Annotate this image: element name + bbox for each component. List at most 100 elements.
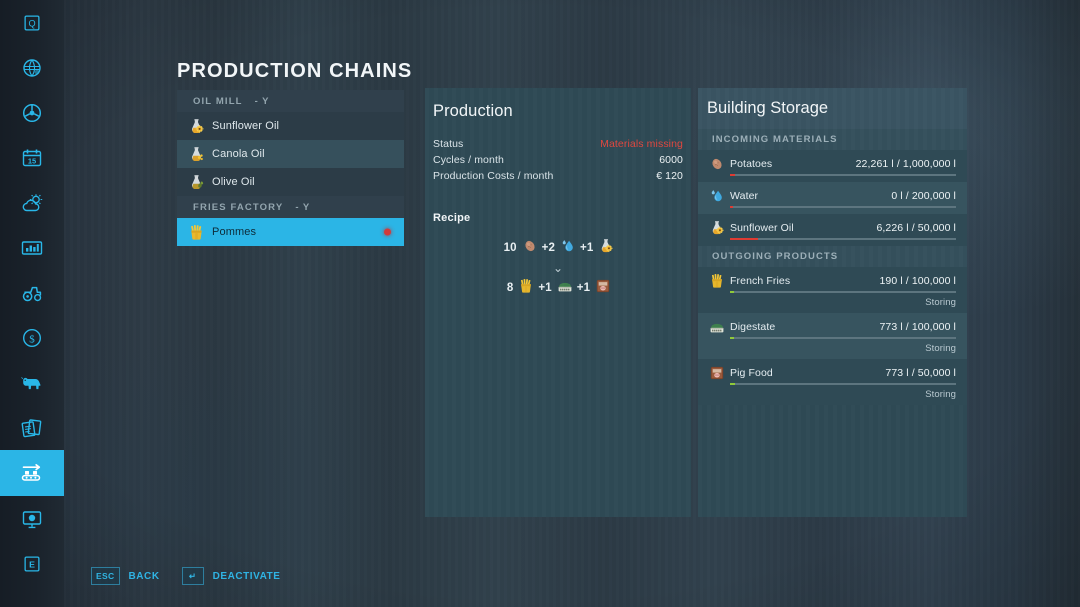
building-storage-panel: Building Storage INCOMING MATERIALS Potat… (698, 88, 967, 517)
production-info-value: € 120 (656, 170, 683, 182)
storage-item-name: Water (730, 189, 759, 202)
chain-item-label: Sunflower Oil (212, 120, 280, 132)
sidebar-item-help-q[interactable]: Q (0, 0, 64, 45)
status-dot (384, 228, 391, 236)
storage-item-amount: 0 l / 200,000 l (891, 189, 956, 202)
recipe-amount: +1 (580, 241, 594, 254)
pig-food-icon (595, 278, 611, 297)
sidebar-item-statistics[interactable] (0, 225, 64, 270)
sidebar-item-production-chains[interactable] (0, 450, 64, 496)
help-label: BACK (128, 570, 160, 582)
storage-item: Pig Food 773 l / 50,000 l Storing (698, 359, 967, 405)
production-info-row: Production Costs / month € 120 (433, 168, 683, 184)
storage-item-status: Storing (925, 297, 956, 308)
steering-wheel-icon (20, 101, 44, 125)
production-info-label: Status (433, 138, 464, 150)
chain-group-name: OIL MILL (193, 95, 243, 107)
help-action[interactable]: ↵ DEACTIVATE (181, 567, 281, 585)
help-keycap: ESC (91, 567, 120, 585)
chain-item-label: Pommes (212, 226, 257, 238)
chain-list-item[interactable]: Sunflower Oil (177, 112, 404, 140)
storage-item-amount: 22,261 l / 1,000,000 l (855, 157, 956, 170)
sidebar-rail: Q 15 $ E (0, 0, 64, 607)
potato-icon (707, 155, 726, 172)
storage-fill-bar (730, 174, 956, 176)
storage-section-header: INCOMING MATERIALS (698, 129, 967, 150)
storage-item-name: Potatoes (730, 157, 773, 170)
storage-item-name: Digestate (730, 320, 776, 333)
storage-panel-title: Building Storage (698, 88, 967, 129)
storage-item: French Fries 190 l / 100,000 l Storing (698, 267, 967, 313)
sunflower-oil-icon (598, 238, 614, 257)
chain-item-label: Canola Oil (212, 148, 265, 160)
recipe-amount: 10 (503, 241, 517, 254)
sunflower-oil-icon (186, 117, 206, 135)
recipe-heading: Recipe (433, 212, 471, 224)
storage-item-status: Storing (925, 389, 956, 400)
chain-list-item[interactable]: Pommes (177, 218, 404, 246)
chain-list-item[interactable]: Olive Oil (177, 168, 404, 196)
production-info-value: Materials missing (600, 138, 683, 150)
help-keycap: ↵ (181, 567, 204, 585)
production-info-list: Status Materials missing Cycles / month 600… (425, 136, 691, 184)
sidebar-item-globe[interactable] (0, 45, 64, 90)
production-info-label: Cycles / month (433, 154, 504, 166)
contracts-icon (20, 416, 44, 440)
digestate-icon (557, 278, 573, 297)
globe-icon (20, 56, 44, 80)
svg-text:$: $ (29, 333, 35, 345)
storage-item-amount: 190 l / 100,000 l (879, 274, 956, 287)
ai-worker-icon (20, 507, 44, 531)
finances-icon: $ (20, 326, 44, 350)
storage-item: Potatoes 22,261 l / 1,000,000 l (698, 150, 967, 182)
svg-text:Q: Q (28, 18, 35, 28)
storage-item-status: Storing (925, 343, 956, 354)
animals-icon (20, 371, 44, 395)
storage-item-top: French Fries 190 l / 100,000 l (707, 272, 956, 289)
storage-fill-bar (730, 206, 956, 208)
sidebar-item-calendar[interactable]: 15 (0, 135, 64, 180)
storage-item-amount: 773 l / 100,000 l (879, 320, 956, 333)
storage-item-name: Pig Food (730, 366, 773, 379)
storage-item-top: Pig Food 773 l / 50,000 l (707, 364, 956, 381)
production-panel: Production Status Materials missing Cycles… (425, 88, 691, 517)
water-drop-icon (560, 238, 576, 257)
chain-group-header: FRIES FACTORY - Y (177, 196, 404, 218)
svg-text:15: 15 (28, 156, 36, 165)
sidebar-item-contracts[interactable] (0, 405, 64, 450)
sidebar-item-steering-wheel[interactable] (0, 90, 64, 135)
production-chain-list: OIL MILL - Y Sunflower Oil Canola Oil Olive … (177, 90, 404, 246)
sidebar-item-finances[interactable]: $ (0, 315, 64, 360)
chain-list-item[interactable]: Canola Oil (177, 140, 404, 168)
page-title: PRODUCTION CHAINS (177, 60, 413, 82)
help-action[interactable]: ESC BACK (91, 567, 160, 585)
sidebar-item-ai-worker[interactable] (0, 496, 64, 541)
chain-item-label: Olive Oil (212, 176, 255, 188)
sidebar-item-controls[interactable]: E (0, 541, 64, 586)
potato-icon (522, 238, 538, 257)
statistics-icon (20, 236, 44, 260)
production-panel-title: Production (433, 102, 513, 120)
production-info-label: Production Costs / month (433, 170, 554, 182)
storage-item-name: French Fries (730, 274, 791, 287)
pig-food-icon (707, 364, 726, 381)
recipe-amount: +1 (538, 281, 552, 294)
recipe-amount: +2 (541, 241, 556, 254)
storage-fill-bar (730, 383, 956, 385)
help-label: DEACTIVATE (212, 570, 281, 582)
storage-fill-bar (730, 291, 956, 293)
recipe-outputs: 8 +1 +1 (425, 278, 691, 297)
storage-item-amount: 6,226 l / 50,000 l (876, 221, 956, 234)
french-fries-icon (186, 223, 206, 241)
storage-item: Water 0 l / 200,000 l (698, 182, 967, 214)
storage-item: Sunflower Oil 6,226 l / 50,000 l (698, 214, 967, 246)
recipe-inputs: 10 +2 +1 (425, 238, 691, 257)
sidebar-item-animals[interactable] (0, 360, 64, 405)
help-q-icon: Q (21, 12, 43, 34)
production-chains-icon (20, 461, 44, 485)
storage-item-top: Digestate 773 l / 100,000 l (707, 318, 956, 335)
sidebar-item-weather[interactable] (0, 180, 64, 225)
sidebar-item-vehicles[interactable] (0, 270, 64, 315)
chain-group-key: - Y (254, 95, 270, 107)
chain-group-header: OIL MILL - Y (177, 90, 404, 112)
